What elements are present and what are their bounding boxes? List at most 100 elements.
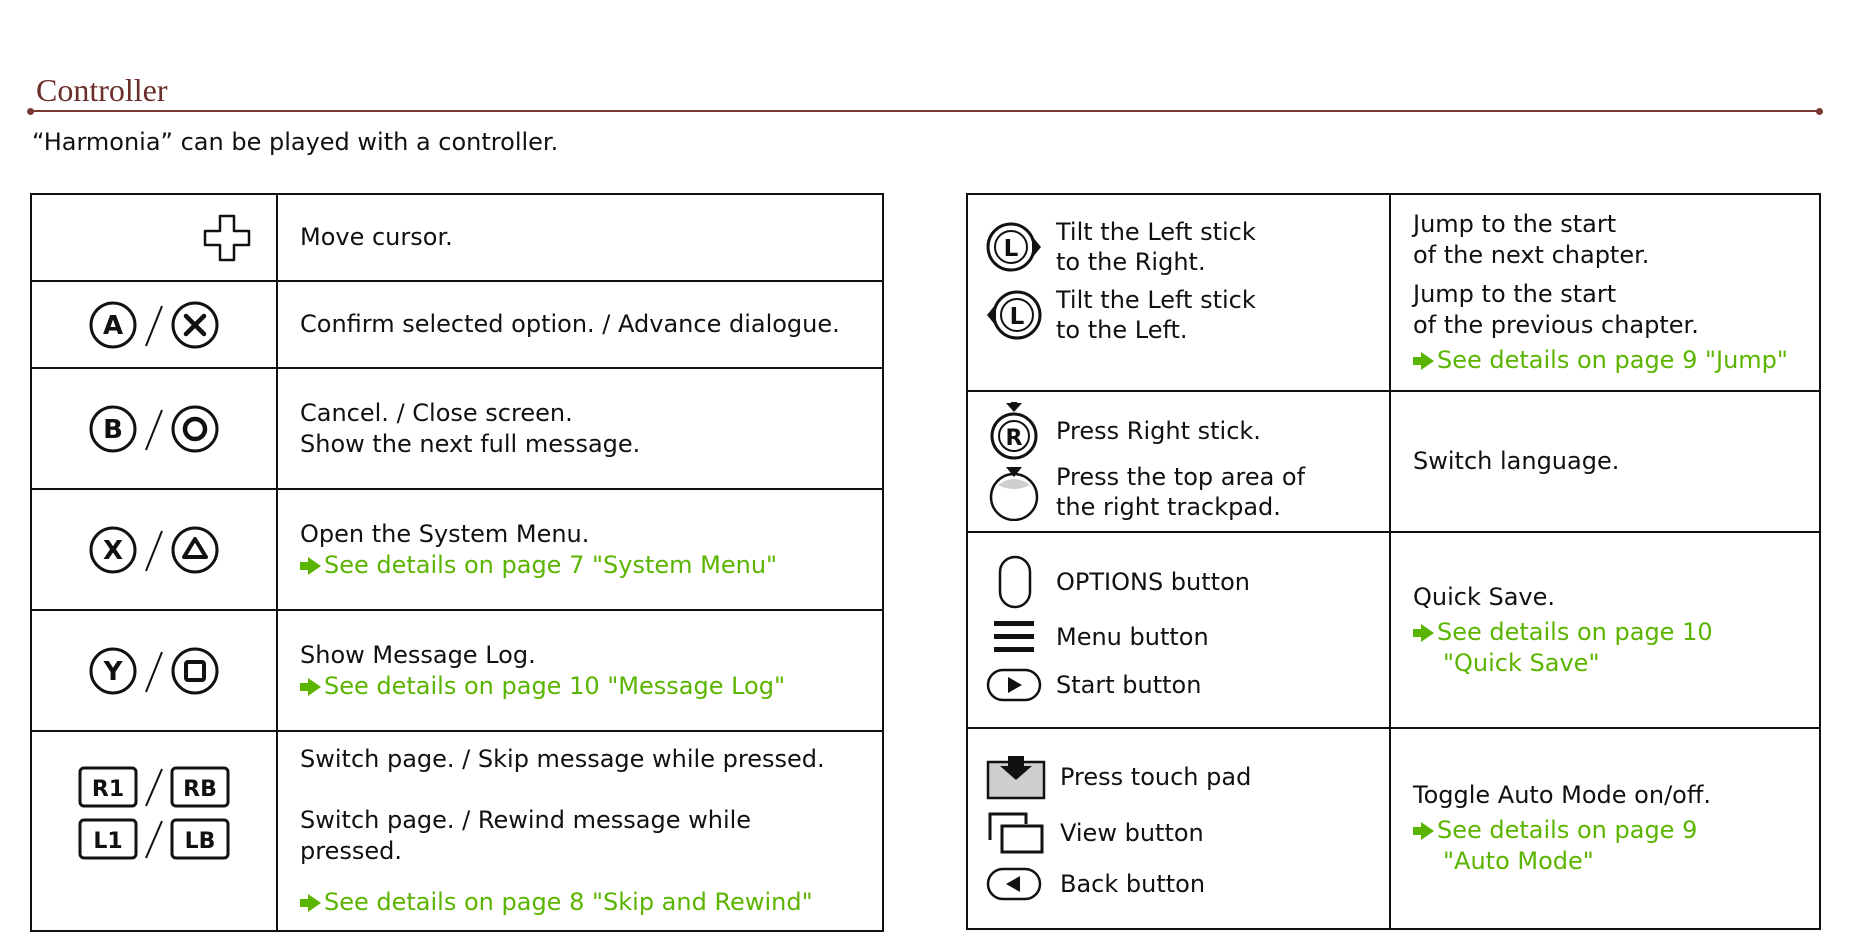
description-cell: Cancel. / Close screen. Show the next fu…: [276, 367, 884, 490]
prev-chapter-text: of the previous chapter.: [1413, 311, 1699, 339]
tilt-left-label: to the Left.: [1056, 315, 1188, 344]
quick-save-link[interactable]: See details on page 10: [1413, 617, 1797, 648]
next-chapter-text: Jump to the start: [1413, 210, 1617, 238]
auto-mode-link-text: See details on page 9: [1437, 816, 1698, 844]
rb-label: RB: [183, 777, 217, 802]
description-cell: Open the System Menu. See details on pag…: [276, 488, 884, 611]
quick-save-link-text: See details on page 10: [1437, 617, 1713, 646]
start-button-icon: [986, 668, 1042, 702]
tilt-right-label: to the Right.: [1056, 247, 1206, 276]
arrow-right-icon: [1413, 352, 1434, 370]
input-cell: Press touch pad View button Back button: [966, 727, 1391, 930]
table-row: A Confirm selected option. / Advance dia…: [30, 280, 884, 369]
icon-cell: A: [30, 280, 278, 369]
trackpad-press-icon: [989, 466, 1039, 521]
a-button-letter: A: [103, 311, 123, 341]
l1-label: L1: [93, 829, 122, 854]
options-button-icon: [998, 555, 1032, 609]
menu-button-icon: [994, 621, 1034, 652]
x-letter-button-icon: X: [89, 526, 137, 573]
y-button-icon: Y: [89, 647, 137, 694]
input-cell: R Press Right stick. Press the top area …: [966, 390, 1391, 533]
r-stick-letter: R: [1006, 426, 1023, 451]
rb-button-icon: RB: [170, 766, 230, 808]
b-button-letter: B: [103, 415, 123, 445]
skip-rewind-link[interactable]: See details on page 8 "Skip and Rewind": [300, 887, 860, 918]
lb-button-icon: LB: [170, 818, 230, 860]
slash-icon: [145, 820, 163, 859]
slash-icon: [145, 651, 163, 692]
square-button-icon: [171, 647, 219, 694]
table-row: R Press Right stick. Press the top area …: [966, 390, 1821, 533]
confirm-description: Confirm selected option. / Advance dialo…: [300, 310, 840, 338]
auto-mode-link[interactable]: "Auto Mode": [1413, 846, 1797, 877]
b-button-icon: B: [89, 405, 137, 452]
right-stick-press-icon: R: [990, 401, 1038, 459]
system-menu-link[interactable]: See details on page 7 "System Menu": [300, 550, 860, 581]
system-menu-link-text: See details on page 7 "System Menu": [324, 550, 778, 579]
left-stick-left-icon: L: [987, 290, 1042, 339]
arrow-right-icon: [1413, 822, 1434, 840]
input-cell: L Tilt the Left stick to the Right. L Til…: [966, 193, 1391, 392]
quick-save-link[interactable]: "Quick Save": [1413, 648, 1797, 679]
auto-mode-link[interactable]: See details on page 9: [1413, 815, 1797, 846]
a-button-icon: A: [89, 301, 137, 348]
message-log-link-text: See details on page 10 "Message Log": [324, 671, 786, 700]
x-button-letter: X: [103, 536, 123, 566]
auto-mode-text: Toggle Auto Mode on/off.: [1413, 781, 1711, 809]
jump-link-text: See details on page 9 "Jump": [1437, 346, 1788, 374]
triangle-button-icon: [171, 526, 219, 573]
message-log-link[interactable]: See details on page 10 "Message Log": [300, 671, 860, 702]
description-cell: Show Message Log. See details on page 10…: [276, 609, 884, 732]
description-cell: Switch language.: [1389, 390, 1821, 533]
slash-icon: [145, 768, 163, 807]
icon-cell: B: [30, 367, 278, 490]
trackpad-label: Press the top area of: [1056, 462, 1306, 491]
icon-cell: [30, 193, 278, 282]
switch-language-text: Switch language.: [1413, 447, 1620, 475]
y-button-letter: Y: [103, 657, 124, 687]
cancel-description: Cancel. / Close screen.: [300, 398, 573, 427]
back-button-icon: [986, 867, 1042, 900]
prev-chapter-text: Jump to the start: [1413, 280, 1617, 308]
arrow-right-icon: [300, 677, 321, 696]
description-cell: Switch page. / Skip message while presse…: [276, 730, 884, 932]
icon-cell: Y: [30, 609, 278, 732]
description-cell: Jump to the start of the next chapter. J…: [1389, 193, 1821, 392]
rewind-description: Switch page. / Rewind message while pres…: [300, 806, 752, 865]
slash-icon: [145, 305, 163, 346]
quick-save-text: Quick Save.: [1413, 582, 1556, 611]
x-button-icon: [171, 301, 219, 348]
skip-rewind-link-text: See details on page 8 "Skip and Rewind": [324, 888, 813, 916]
icon-cell: X: [30, 488, 278, 611]
touchpad-press-icon: [986, 755, 1046, 799]
table-row: OPTIONS button Menu button Start button …: [966, 531, 1821, 729]
page-title: Controller: [36, 72, 168, 108]
system-menu-description: Open the System Menu.: [300, 519, 590, 548]
options-button-label: OPTIONS button: [1056, 568, 1250, 596]
table-row: Y Show Message Log. See details on page …: [30, 609, 884, 732]
auto-mode-link-text: "Auto Mode": [1443, 847, 1594, 875]
next-chapter-text: of the next chapter.: [1413, 241, 1650, 269]
message-log-description: Show Message Log.: [300, 640, 536, 669]
r1-button-icon: R1: [78, 766, 138, 808]
quick-save-link-text: "Quick Save": [1443, 648, 1600, 677]
table-row: Move cursor.: [30, 193, 884, 282]
title-divider: [27, 107, 1823, 115]
trackpad-label: the right trackpad.: [1056, 492, 1281, 521]
view-button-label: View button: [1060, 818, 1204, 847]
circle-button-icon: [171, 405, 219, 452]
description-cell: Quick Save. See details on page 10 "Quic…: [1389, 531, 1821, 729]
input-cell: OPTIONS button Menu button Start button: [966, 531, 1391, 729]
tilt-left-label: Tilt the Left stick: [1056, 285, 1256, 314]
left-stick-right-icon: L: [986, 222, 1041, 271]
slash-icon: [145, 409, 163, 450]
dpad-description: Move cursor.: [300, 223, 453, 251]
l-stick-letter: L: [1004, 236, 1019, 262]
lb-label: LB: [185, 829, 216, 854]
r1-label: R1: [92, 777, 124, 802]
touchpad-label: Press touch pad: [1060, 762, 1252, 791]
table-row: Press touch pad View button Back button …: [966, 727, 1821, 930]
view-button-icon: [988, 812, 1044, 853]
jump-link[interactable]: See details on page 9 "Jump": [1413, 345, 1797, 376]
